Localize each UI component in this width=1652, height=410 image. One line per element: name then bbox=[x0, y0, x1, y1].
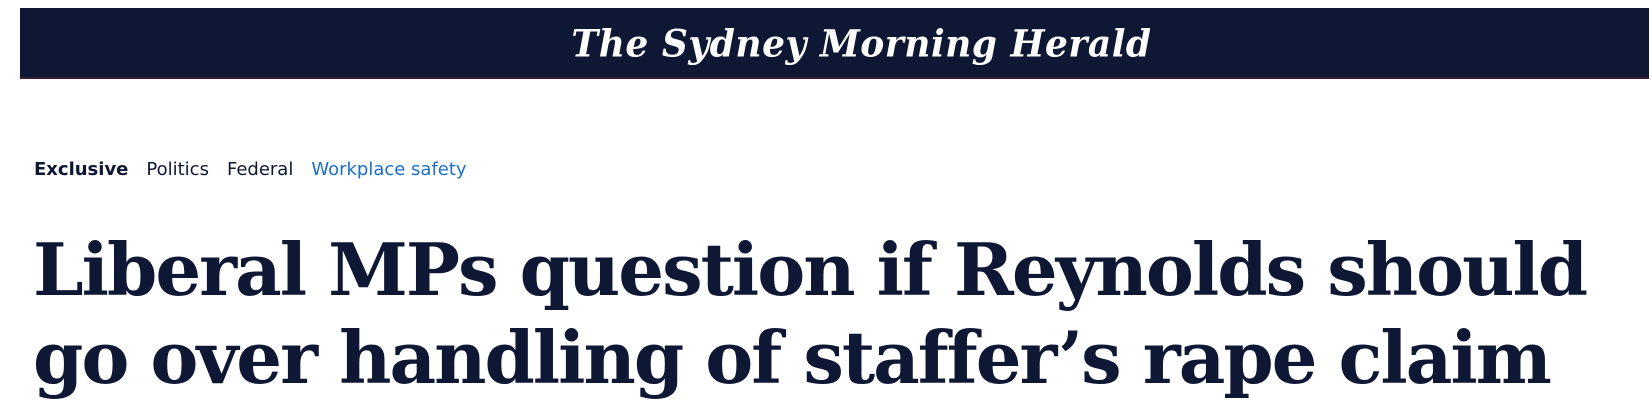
article-tags: Exclusive Politics Federal Workplace saf… bbox=[34, 154, 485, 184]
exclusive-label: Exclusive bbox=[34, 158, 129, 180]
site-logo[interactable]: The Sydney Morning Herald bbox=[571, 21, 1151, 65]
article-page: The Sydney Morning Herald Exclusive Poli… bbox=[0, 0, 1652, 410]
tag-workplace-safety[interactable]: Workplace safety bbox=[311, 159, 466, 180]
article-headline: Liberal MPs question if Reynolds should … bbox=[33, 227, 1588, 400]
masthead: The Sydney Morning Herald bbox=[20, 8, 1649, 79]
tag-federal[interactable]: Federal bbox=[227, 159, 293, 180]
tag-politics[interactable]: Politics bbox=[146, 159, 209, 180]
